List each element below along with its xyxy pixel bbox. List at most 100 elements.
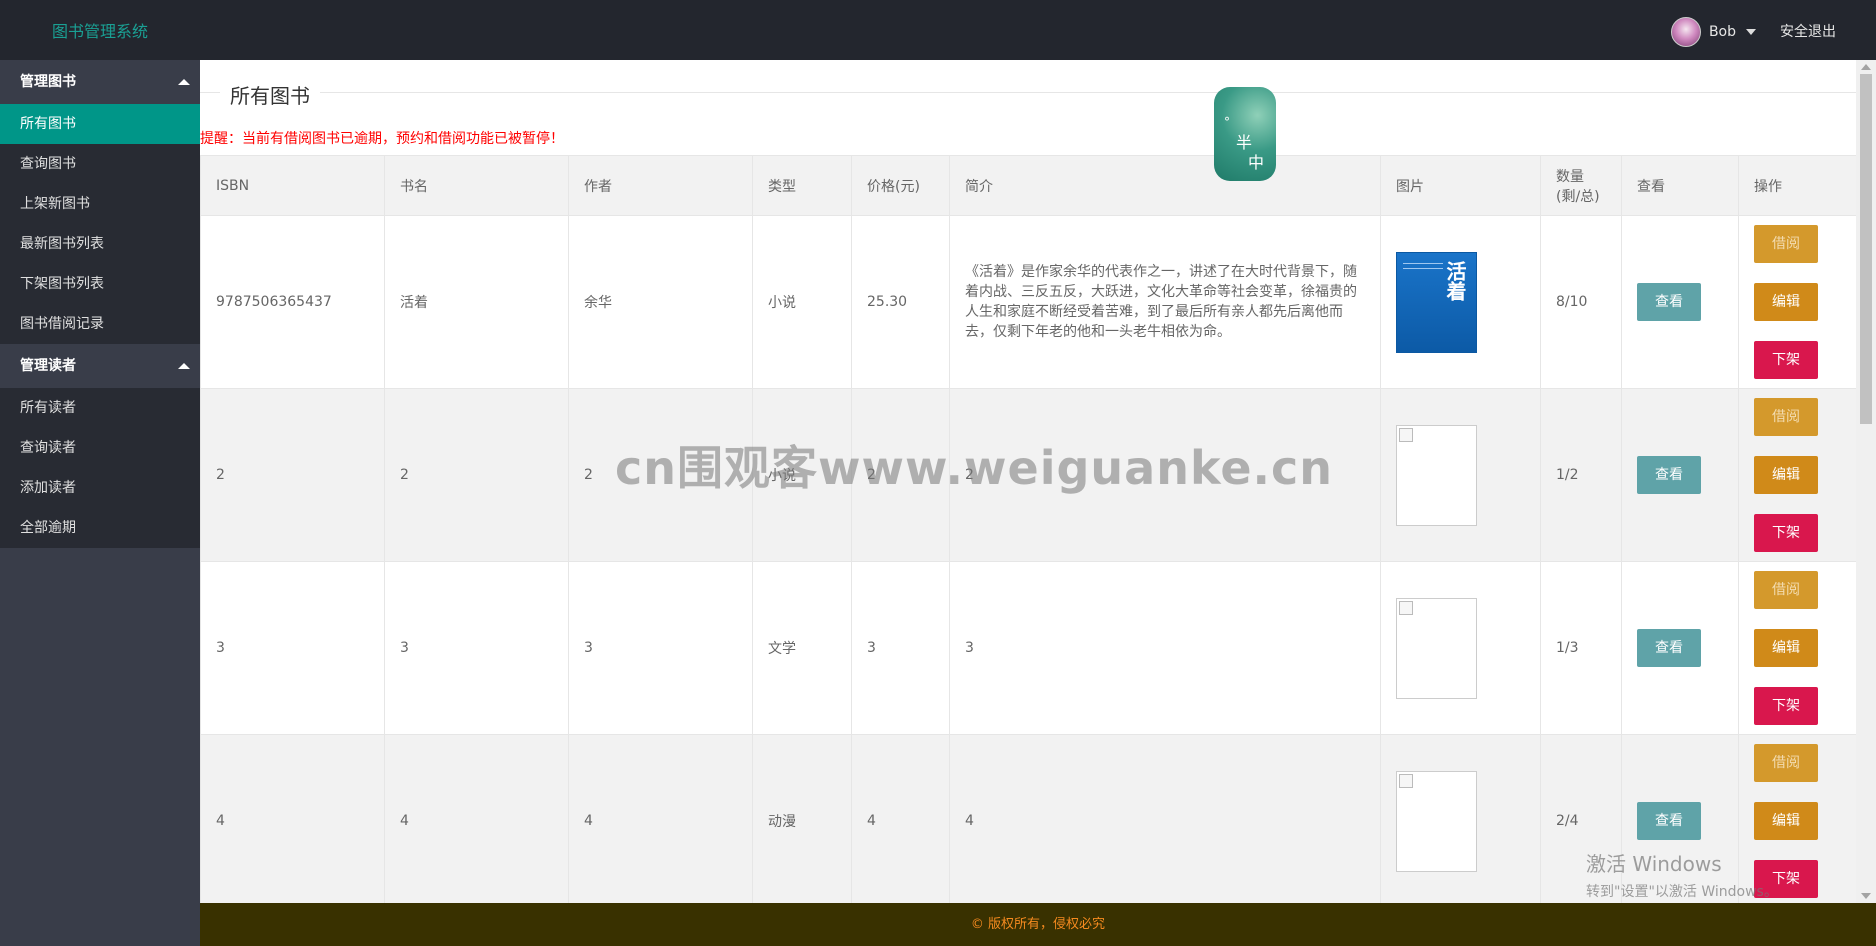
column-header-price: 价格(元)	[851, 155, 950, 216]
cell-image: 活着	[1380, 215, 1541, 389]
broken-image-icon	[1399, 600, 1413, 615]
broken-image-icon	[1399, 427, 1413, 442]
cover-decoration	[1403, 262, 1443, 269]
sidebar-item-add-reader[interactable]: 添加读者	[0, 468, 200, 508]
broken-image-icon	[1399, 773, 1413, 788]
column-header-name: 书名	[384, 155, 569, 216]
table-row: 4 4 4 动漫 4 4 2/4 查看 借阅 编辑 下架	[200, 734, 1856, 903]
cell-type: 动漫	[752, 734, 852, 903]
brand-title[interactable]: 图书管理系统	[52, 18, 148, 42]
edit-button[interactable]: 编辑	[1754, 629, 1818, 667]
scroll-thumb[interactable]	[1860, 74, 1872, 424]
cell-image	[1380, 734, 1541, 903]
badge-text-bottom: 中	[1248, 153, 1265, 172]
cell-view: 查看	[1621, 734, 1739, 903]
borrow-button[interactable]: 借阅	[1754, 225, 1818, 263]
sidebar-item-add-book[interactable]: 上架新图书	[0, 184, 200, 224]
floating-badge[interactable]: ° 半 中	[1214, 87, 1276, 181]
user-menu[interactable]: Bob	[1670, 17, 1756, 47]
cell-author: 余华	[568, 215, 753, 389]
off-shelf-button[interactable]: 下架	[1754, 341, 1818, 379]
book-cover-image	[1396, 597, 1477, 699]
overdue-warning: 提醒：当前有借阅图书已逾期，预约和借阅功能已被暂停！	[200, 131, 564, 147]
page-title: 所有图书	[220, 80, 320, 109]
cell-author: 4	[568, 734, 753, 903]
book-cover-image: 活着	[1396, 251, 1477, 353]
column-header-view: 查看	[1621, 155, 1739, 216]
borrow-button[interactable]: 借阅	[1754, 744, 1818, 782]
borrow-button[interactable]: 借阅	[1754, 398, 1818, 436]
sidebar-section-label: 管理读者	[20, 358, 76, 374]
avatar[interactable]	[1670, 17, 1701, 47]
view-button[interactable]: 查看	[1637, 629, 1701, 667]
cell-author: 3	[568, 561, 753, 735]
off-shelf-button[interactable]: 下架	[1754, 514, 1818, 552]
footer: © 版权所有，侵权必究	[200, 903, 1876, 946]
sidebar-section-label: 管理图书	[20, 74, 76, 90]
scroll-up-arrow-icon[interactable]	[1861, 64, 1871, 70]
borrow-button[interactable]: 借阅	[1754, 571, 1818, 609]
sidebar-section-books[interactable]: 管理图书	[0, 60, 200, 104]
cell-price: 3	[851, 561, 950, 735]
chevron-down-icon[interactable]	[1746, 29, 1756, 35]
column-header-desc: 简介	[949, 155, 1381, 216]
cell-view: 查看	[1621, 215, 1739, 389]
sidebar-item-offshelf-books[interactable]: 下架图书列表	[0, 264, 200, 304]
column-header-author: 作者	[568, 155, 753, 216]
cell-price: 4	[851, 734, 950, 903]
view-button[interactable]: 查看	[1637, 802, 1701, 840]
sidebar-item-all-books[interactable]: 所有图书	[0, 104, 200, 144]
view-button[interactable]: 查看	[1637, 456, 1701, 494]
scroll-down-arrow-icon[interactable]	[1861, 893, 1871, 899]
cell-qty: 1/2	[1540, 388, 1622, 562]
cell-isbn: 4	[200, 734, 385, 903]
books-table: ISBN 书名 作者 类型 价格(元) 简介 图片 数量(剩/总) 查看 操作 …	[200, 155, 1856, 903]
cell-name: 活着	[384, 215, 569, 389]
column-header-actions: 操作	[1738, 155, 1856, 216]
logout-link[interactable]: 安全退出	[1780, 21, 1836, 41]
sidebar-item-search-books[interactable]: 查询图书	[0, 144, 200, 184]
user-name[interactable]: Bob	[1709, 24, 1736, 40]
column-header-qty: 数量(剩/总)	[1540, 155, 1622, 216]
column-header-isbn: ISBN	[200, 155, 385, 216]
edit-button[interactable]: 编辑	[1754, 456, 1818, 494]
cell-desc: 2	[949, 388, 1381, 562]
cell-qty: 2/4	[1540, 734, 1622, 903]
book-cover-image	[1396, 424, 1477, 526]
cell-qty: 1/3	[1540, 561, 1622, 735]
column-header-image: 图片	[1380, 155, 1541, 216]
cell-type: 文学	[752, 561, 852, 735]
cell-price: 25.30	[851, 215, 950, 389]
off-shelf-button[interactable]: 下架	[1754, 687, 1818, 725]
cell-image	[1380, 388, 1541, 562]
sidebar-item-search-readers[interactable]: 查询读者	[0, 428, 200, 468]
vertical-scrollbar[interactable]	[1856, 60, 1876, 903]
cell-name: 2	[384, 388, 569, 562]
table-row: 9787506365437 活着 余华 小说 25.30 《活着》是作家余华的代…	[200, 215, 1856, 389]
book-cover-image	[1396, 770, 1477, 872]
sidebar-item-newest-books[interactable]: 最新图书列表	[0, 224, 200, 264]
divider	[200, 92, 1856, 93]
sidebar-books-list: 所有图书 查询图书 上架新图书 最新图书列表 下架图书列表 图书借阅记录	[0, 104, 200, 344]
cell-name: 3	[384, 561, 569, 735]
cell-actions: 借阅 编辑 下架	[1738, 734, 1856, 903]
table-row: 2 2 2 小说 2 2 1/2 查看 借阅 编辑 下架	[200, 388, 1856, 562]
sidebar-item-all-readers[interactable]: 所有读者	[0, 388, 200, 428]
chevron-up-icon	[178, 363, 190, 369]
edit-button[interactable]: 编辑	[1754, 802, 1818, 840]
sidebar-item-overdue[interactable]: 全部逾期	[0, 508, 200, 548]
cell-actions: 借阅 编辑 下架	[1738, 215, 1856, 389]
cell-name: 4	[384, 734, 569, 903]
cell-desc: 《活着》是作家余华的代表作之一，讲述了在大时代背景下，随着内战、三反五反，大跃进…	[949, 215, 1381, 389]
cell-view: 查看	[1621, 388, 1739, 562]
edit-button[interactable]: 编辑	[1754, 283, 1818, 321]
shirt-icon: °	[1224, 115, 1230, 129]
cell-qty: 8/10	[1540, 215, 1622, 389]
sidebar-section-readers[interactable]: 管理读者	[0, 344, 200, 388]
cell-isbn: 3	[200, 561, 385, 735]
cell-isbn: 2	[200, 388, 385, 562]
table-header-row: ISBN 书名 作者 类型 价格(元) 简介 图片 数量(剩/总) 查看 操作	[200, 155, 1856, 216]
view-button[interactable]: 查看	[1637, 283, 1701, 321]
sidebar-item-borrow-records[interactable]: 图书借阅记录	[0, 304, 200, 344]
off-shelf-button[interactable]: 下架	[1754, 860, 1818, 898]
